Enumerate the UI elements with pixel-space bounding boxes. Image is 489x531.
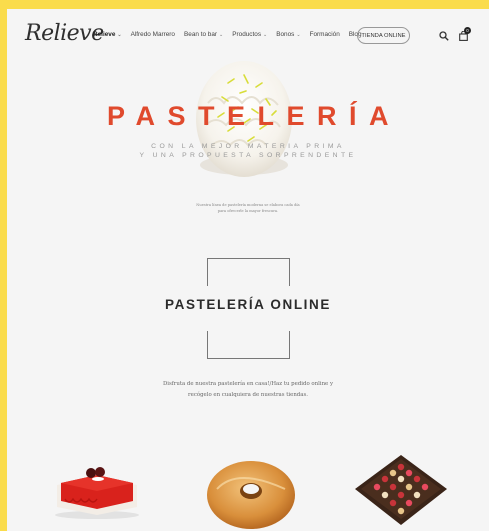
online-shop-button[interactable]: TIENDA ONLINE xyxy=(357,27,410,44)
nav-item-label: Bonos xyxy=(276,31,295,38)
chevron-down-icon: ⌄ xyxy=(117,31,122,38)
search-icon[interactable] xyxy=(439,31,449,41)
nav-item-label: Productos xyxy=(232,31,262,38)
cart-count-badge: 0 xyxy=(464,27,471,34)
glazed-donut-image[interactable] xyxy=(203,451,299,531)
title-frame-top xyxy=(207,258,290,286)
hero-note-line2: para ofrecerle la mayor frescura. xyxy=(217,209,279,213)
nav-item-relieve[interactable]: Relieve ⌄ xyxy=(93,31,122,38)
chocolates-tray-image[interactable] xyxy=(351,449,451,531)
hero-title: PASTELERÍA xyxy=(106,101,401,131)
red-cake-image[interactable] xyxy=(51,455,143,521)
chevron-down-icon: ⌄ xyxy=(296,31,301,38)
logo[interactable]: Relieve xyxy=(25,21,104,46)
nav-item-label: Bean to bar xyxy=(184,31,218,38)
nav-item-alfredo-marrero[interactable]: Alfredo Marrero xyxy=(131,31,175,38)
nav-item-bonos[interactable]: Bonos ⌄ xyxy=(276,31,300,38)
nav-item-formacion[interactable]: Formación xyxy=(310,31,340,38)
page: Relieve Relieve ⌄ Alfredo Marrero Bean t… xyxy=(7,9,489,531)
chevron-down-icon: ⌄ xyxy=(263,31,268,38)
hero-subtitle-line1: CON LA MEJOR MATERIA PRIMA xyxy=(151,143,345,150)
nav-item-productos[interactable]: Productos ⌄ xyxy=(232,31,267,38)
nav-item-bean-to-bar[interactable]: Bean to bar ⌄ xyxy=(184,31,223,38)
main-nav: Relieve ⌄ Alfredo Marrero Bean to bar ⌄ … xyxy=(93,31,371,38)
online-section-title: PASTELERÍA ONLINE xyxy=(165,297,331,312)
online-description-line2: recógelo en cualquiera de nuestras tiend… xyxy=(188,392,308,398)
nav-item-label: Formación xyxy=(309,31,340,38)
nav-item-label: Alfredo Marrero xyxy=(130,31,175,38)
nav-item-label: Relieve xyxy=(93,31,116,38)
online-description-line1: Disfruta de nuestra pastelería en casa!/… xyxy=(162,381,333,387)
title-frame-bottom xyxy=(207,331,290,359)
hero-subtitle-line2: Y UNA PROPUESTA SORPRENDENTE xyxy=(139,152,357,159)
site-header: Relieve Relieve ⌄ Alfredo Marrero Bean t… xyxy=(7,9,489,57)
hero-note-line1: Nuestra línea de pastelería moderna se e… xyxy=(196,203,300,207)
chevron-down-icon: ⌄ xyxy=(219,31,224,38)
